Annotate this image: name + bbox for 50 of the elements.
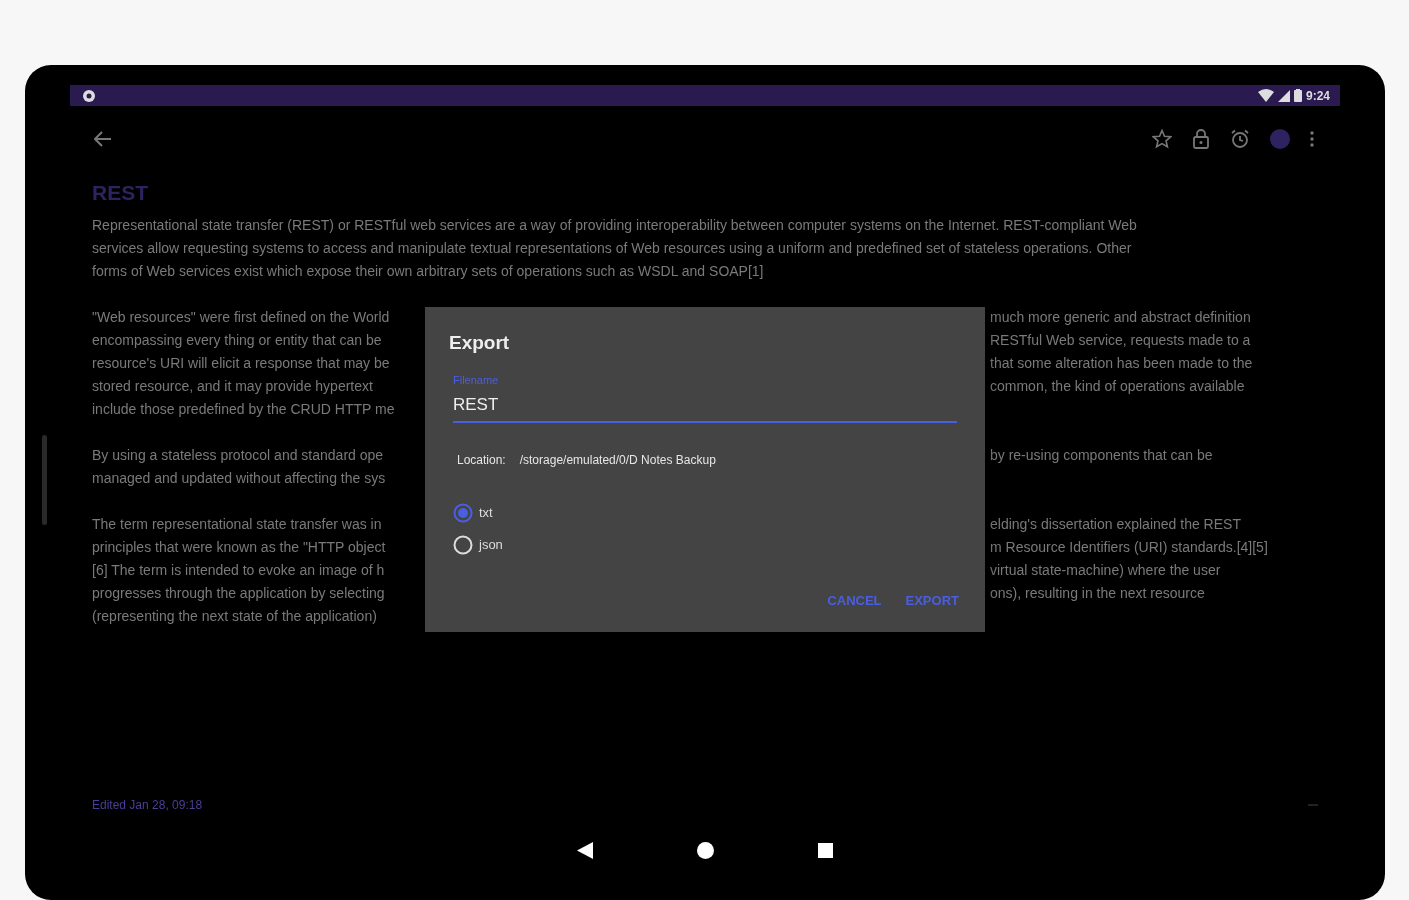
body-text: resource's URI will elicit a response that may be xyxy=(92,355,390,371)
overview-icon[interactable] xyxy=(818,842,833,858)
body-text: by re-using components that can be xyxy=(990,446,1213,465)
body-text: forms of Web services exist which expose their own arbitrary sets of operations such as WSDL and SOAP[1] xyxy=(92,262,764,281)
filename-label: Filename xyxy=(453,372,500,388)
format-label[interactable]: json xyxy=(479,534,503,555)
body-text: RESTful Web service, requests made to a xyxy=(990,331,1251,350)
body-text: stored resource, and it may provide hypertext xyxy=(92,378,373,394)
location-label: Location: xyxy=(457,451,506,469)
body-text: include those predefined by the CRUD HTTP me xyxy=(92,400,395,419)
body-text: The term representational state transfer was in xyxy=(92,516,382,532)
edited-timestamp: Edited Jan 28, 09:18 xyxy=(92,797,203,814)
body-text: progresses through the application by selecting xyxy=(92,585,385,601)
body-text: services allow requesting systems to access and manipulate textual representations of Web resources using a uniform and predefined set of stateless operations. Other xyxy=(92,239,1132,258)
filename-field[interactable]: REST xyxy=(453,388,957,423)
body-text: that some alteration has been made to the xyxy=(990,354,1253,373)
wifi-icon xyxy=(1257,89,1274,102)
note-title: REST xyxy=(92,180,149,206)
body-text: much more generic and abstract definition xyxy=(990,308,1251,327)
back-arrow-icon[interactable] xyxy=(94,130,112,148)
format-label[interactable]: txt xyxy=(479,502,493,523)
dialog-title: Export xyxy=(449,331,511,355)
body-text: ons), resulting in the next resource xyxy=(990,584,1205,603)
battery-icon xyxy=(1293,89,1302,102)
body-text: (representing the next state of the application) xyxy=(92,607,377,626)
lock-icon[interactable] xyxy=(1192,129,1210,149)
body-text: encompassing every thing or entity that can be xyxy=(92,332,382,348)
body-text: elding's dissertation explained the REST xyxy=(990,515,1241,534)
body-text: principles that were known as the "HTTP object xyxy=(92,539,386,555)
body-text: m Resource Identifiers (URI) standards.[4][5] xyxy=(990,538,1268,557)
body-text: By using a stateless protocol and standard ope xyxy=(92,447,384,463)
star-icon[interactable] xyxy=(1152,129,1172,149)
clock: 9:24 xyxy=(1305,87,1330,105)
body-text: [6] The term is intended to evoke an image of h xyxy=(92,562,385,578)
scroll-handle[interactable] xyxy=(42,435,47,525)
body-text: "Web resources" were first defined on the World xyxy=(92,309,390,325)
dash-icon xyxy=(1308,804,1318,806)
alarm-clock-icon[interactable] xyxy=(1230,129,1250,149)
radio-button[interactable] xyxy=(453,502,473,523)
body-text: Representational state transfer (REST) or RESTful web services are a way of providing interoperability between computer systems on the Internet. REST-compliant Web xyxy=(92,216,1137,235)
signal-icon xyxy=(1277,89,1290,102)
body-text: virtual state-machine) where the user xyxy=(990,561,1221,580)
body-text: common, the kind of operations available xyxy=(990,377,1245,396)
more-options-icon[interactable] xyxy=(1310,131,1314,147)
color-dot-icon[interactable] xyxy=(1270,129,1290,149)
home-icon[interactable] xyxy=(697,841,714,859)
location-path: /storage/emulated/0/D Notes Backup xyxy=(519,451,716,469)
notification-icon xyxy=(82,88,96,103)
back-icon[interactable] xyxy=(577,841,593,859)
body-text: managed and updated without affecting the sys xyxy=(92,469,386,488)
